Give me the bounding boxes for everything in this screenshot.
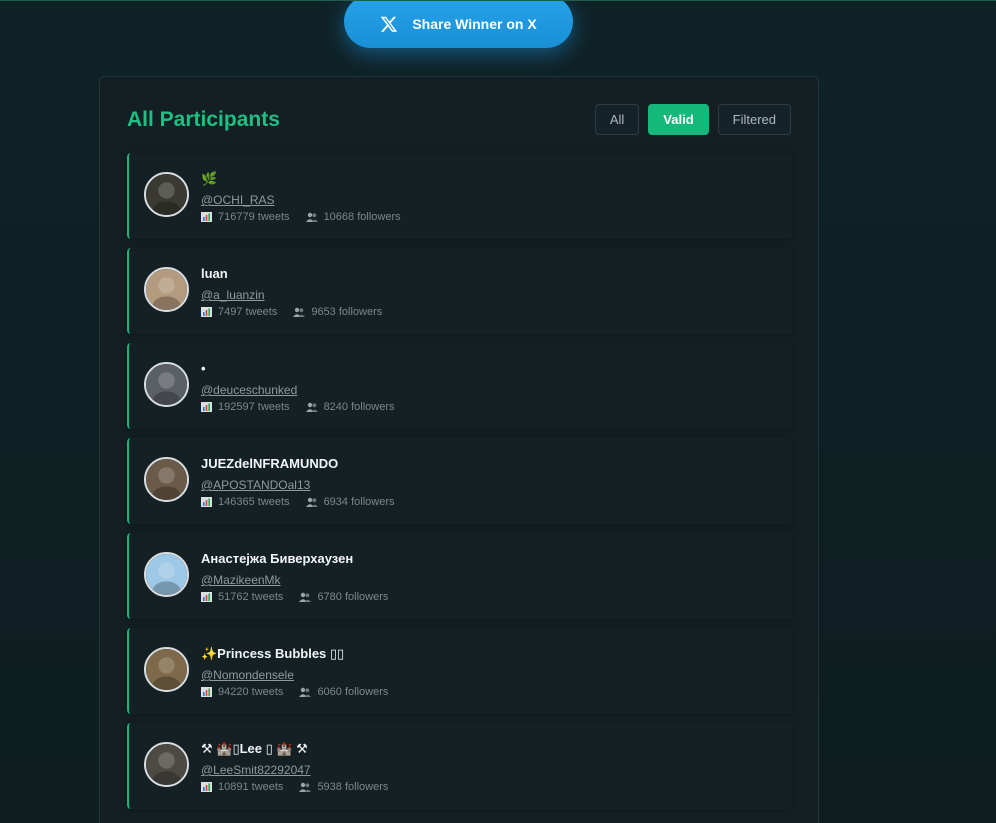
participant-list: 🌿 @OCHI_RAS 716779 tweets 10668 follower… [127, 153, 792, 818]
avatar-image [146, 174, 187, 215]
tweets-stat: 51762 tweets [201, 591, 283, 603]
avatar[interactable] [144, 742, 189, 787]
followers-stat: 5938 followers [299, 781, 388, 793]
avatar[interactable] [144, 647, 189, 692]
participant-handle[interactable]: @OCHI_RAS [201, 193, 275, 207]
users-icon [299, 782, 312, 792]
avatar-image [146, 364, 187, 405]
participant-card[interactable]: JUEZdelNFRAMUNDO @APOSTANDOal13 146365 t… [127, 438, 792, 524]
panel-title: All Participants [127, 108, 280, 131]
participant-handle[interactable]: @Nomondensele [201, 668, 294, 682]
participant-card[interactable]: luan @a_luanzin 7497 tweets 9653 followe… [127, 248, 792, 334]
participant-handle[interactable]: @deuceschunked [201, 383, 297, 397]
participant-handle[interactable]: @MazikeenMk [201, 573, 281, 587]
followers-stat: 6780 followers [299, 591, 388, 603]
bar-chart-icon [201, 307, 212, 317]
page: Share Winner on X All Participants All V… [0, 0, 996, 823]
filter-filtered-button[interactable]: Filtered [717, 104, 791, 135]
followers-count: 6060 followers [317, 686, 389, 698]
avatar[interactable] [144, 552, 189, 597]
participant-card[interactable]: Анастејжа Биверхаузен @MazikeenMk 51762 … [127, 533, 792, 619]
participant-name: ⚒ 🏰▯Lee ▯ 🏰 ⚒ [201, 741, 308, 756]
participant-card[interactable]: • @deuceschunked 192597 tweets 8240 foll… [127, 343, 792, 429]
followers-stat: 6060 followers [299, 686, 388, 698]
avatar-image [146, 744, 187, 785]
bar-chart-icon [201, 402, 212, 412]
avatar-image [146, 649, 187, 690]
participant-stats: 7497 tweets 9653 followers [201, 306, 382, 318]
tweets-stat: 94220 tweets [201, 686, 283, 698]
filter-all-button[interactable]: All [594, 104, 640, 135]
followers-count: 9653 followers [311, 306, 383, 318]
bar-chart-icon [201, 497, 212, 507]
tweets-stat: 716779 tweets [201, 211, 290, 223]
participant-name: 🌿 [201, 171, 218, 186]
tweets-count: 94220 tweets [218, 686, 284, 698]
filter-group: All Valid Filtered [594, 104, 791, 135]
x-logo-icon [381, 16, 398, 32]
participant-handle[interactable]: @a_luanzin [201, 288, 265, 302]
bar-chart-icon [201, 782, 212, 792]
tweets-stat: 10891 tweets [201, 781, 283, 793]
participant-card[interactable]: ✨Princess Bubbles ▯▯ @Nomondensele 94220… [127, 628, 792, 714]
bar-chart-icon [201, 592, 212, 602]
participant-stats: 146365 tweets 6934 followers [201, 496, 395, 508]
participant-handle[interactable]: @APOSTANDOal13 [201, 478, 310, 492]
tweets-stat: 146365 tweets [201, 496, 290, 508]
tweets-count: 716779 tweets [218, 211, 290, 223]
bar-chart-icon [201, 687, 212, 697]
tweets-count: 10891 tweets [218, 781, 284, 793]
tweets-stat: 192597 tweets [201, 401, 290, 413]
participants-panel: All Participants All Valid Filtered 🌿 @O… [99, 76, 819, 823]
participant-name: ✨Princess Bubbles ▯▯ [201, 646, 345, 661]
share-label: Share Winner on X [412, 15, 537, 32]
participant-name: Анастејжа Биверхаузен [201, 551, 354, 566]
users-icon [299, 592, 312, 602]
tweets-stat: 7497 tweets [201, 306, 277, 318]
participant-stats: 94220 tweets 6060 followers [201, 686, 388, 698]
participant-stats: 10891 tweets 5938 followers [201, 781, 388, 793]
avatar[interactable] [144, 457, 189, 502]
avatar[interactable] [144, 362, 189, 407]
participant-name: luan [201, 266, 228, 281]
participant-stats: 192597 tweets 8240 followers [201, 401, 395, 413]
participant-stats: 716779 tweets 10668 followers [201, 211, 401, 223]
share-area: Share Winner on X [344, 1, 573, 48]
followers-stat: 8240 followers [305, 401, 395, 413]
share-winner-button[interactable]: Share Winner on X [344, 1, 573, 48]
users-icon [305, 497, 318, 507]
avatar[interactable] [144, 267, 189, 312]
users-icon [299, 687, 312, 697]
participant-name: JUEZdelNFRAMUNDO [201, 456, 339, 471]
avatar-image [146, 269, 187, 310]
participant-handle[interactable]: @LeeSmit82292047 [201, 763, 311, 777]
users-icon [305, 402, 318, 412]
followers-count: 10668 followers [323, 211, 401, 223]
participant-stats: 51762 tweets 6780 followers [201, 591, 388, 603]
tweets-count: 192597 tweets [218, 401, 290, 413]
participant-card[interactable]: ⚒ 🏰▯Lee ▯ 🏰 ⚒ @LeeSmit82292047 10891 twe… [127, 723, 792, 809]
followers-count: 8240 followers [323, 401, 395, 413]
avatar-image [146, 459, 187, 500]
avatar[interactable] [144, 172, 189, 217]
bar-chart-icon [201, 212, 212, 222]
users-icon [293, 307, 306, 317]
tweets-count: 51762 tweets [218, 591, 284, 603]
tweets-count: 7497 tweets [218, 306, 278, 318]
followers-stat: 9653 followers [293, 306, 382, 318]
followers-count: 6780 followers [317, 591, 389, 603]
followers-stat: 10668 followers [305, 211, 401, 223]
followers-stat: 6934 followers [305, 496, 395, 508]
followers-count: 6934 followers [323, 496, 395, 508]
tweets-count: 146365 tweets [218, 496, 290, 508]
followers-count: 5938 followers [317, 781, 389, 793]
users-icon [305, 212, 318, 222]
filter-valid-button[interactable]: Valid [648, 104, 709, 135]
participant-name: • [201, 361, 206, 376]
participant-card[interactable]: 🌿 @OCHI_RAS 716779 tweets 10668 follower… [127, 153, 792, 239]
avatar-image [146, 554, 187, 595]
